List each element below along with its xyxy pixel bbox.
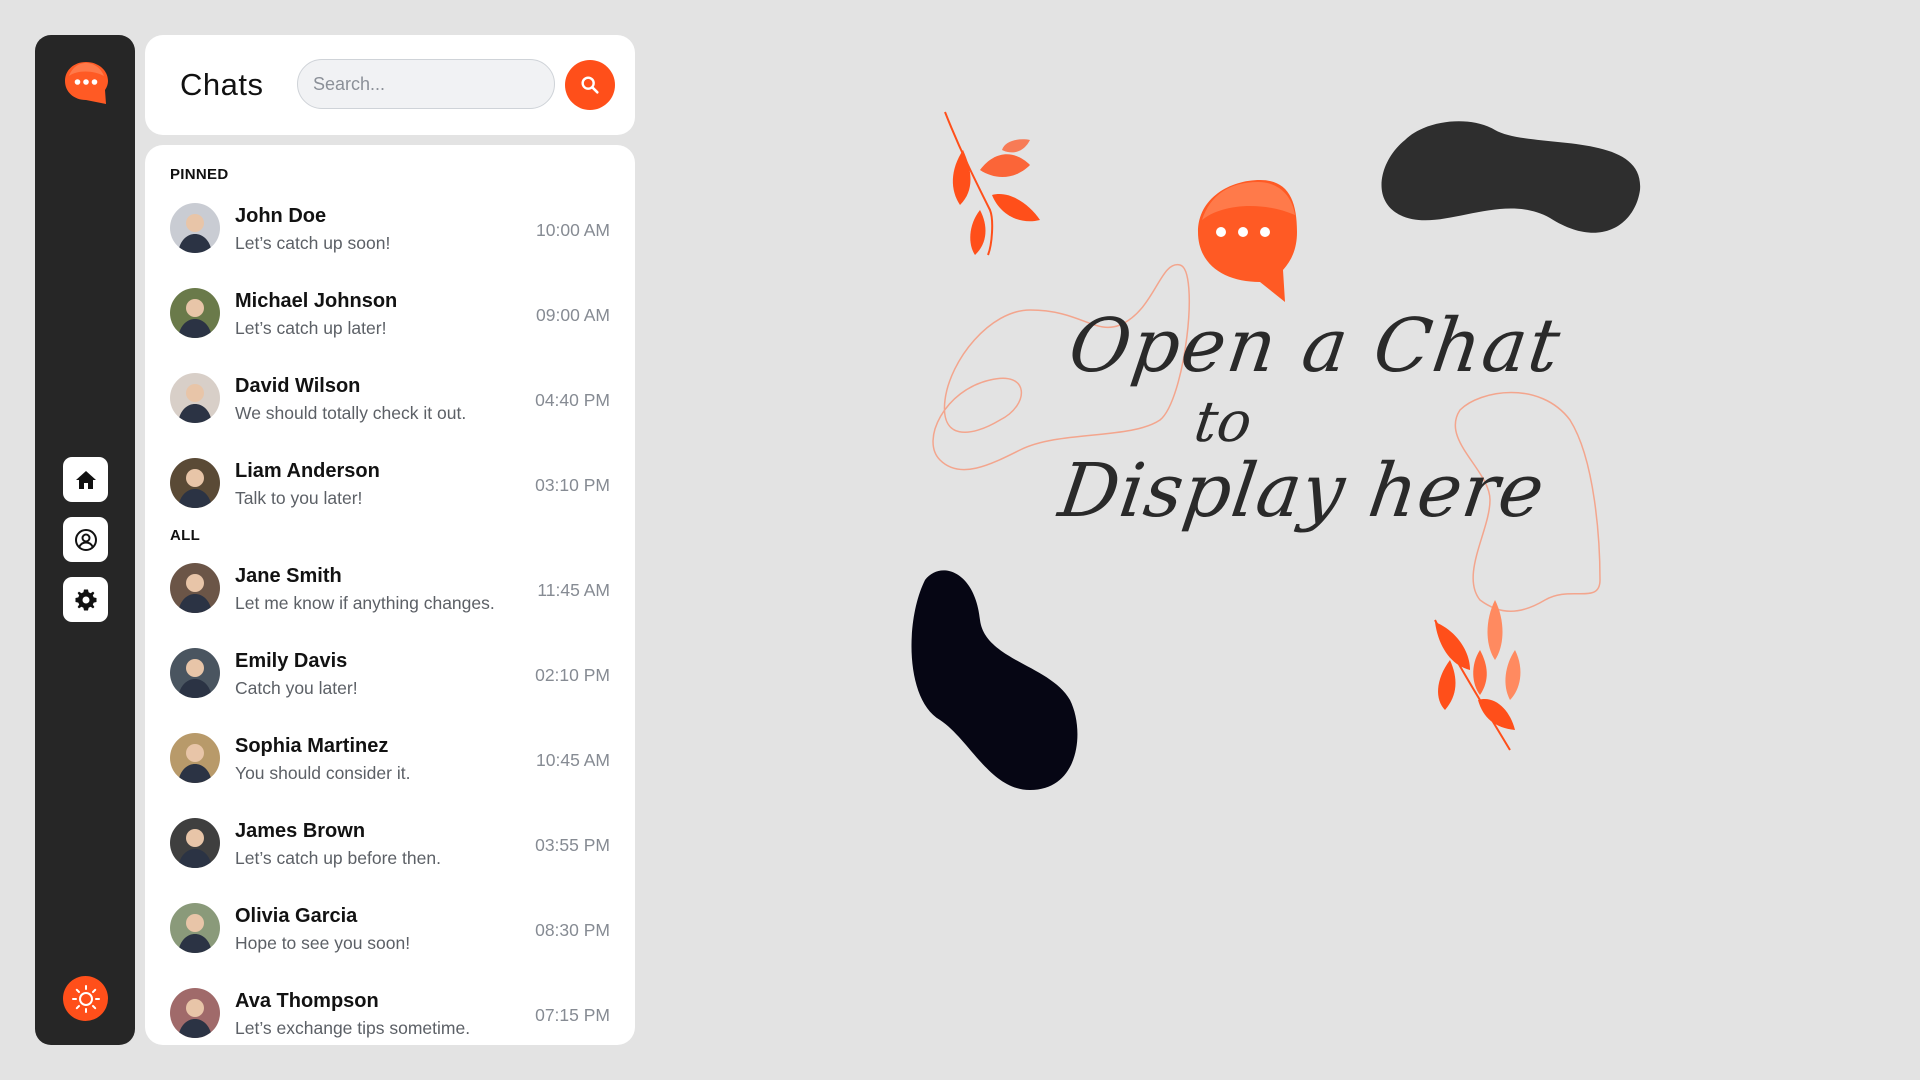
avatar xyxy=(170,903,220,953)
leaf-sprig xyxy=(1434,600,1521,751)
chat-contact-name: Ava Thompson xyxy=(235,990,379,1012)
chat-list-item[interactable]: John Doe Let’s catch up soon! 10:00 AM xyxy=(145,188,635,268)
chat-message-preview: Hope to see you soon! xyxy=(235,933,411,953)
avatar xyxy=(170,288,220,338)
chat-contact-name: Michael Johnson xyxy=(235,290,398,312)
chat-timestamp: 03:10 PM xyxy=(535,475,610,495)
avatar xyxy=(170,203,220,253)
theme-toggle-button[interactable] xyxy=(63,976,108,1021)
home-icon xyxy=(75,470,96,489)
icon-rail xyxy=(35,35,135,1045)
blob-shape xyxy=(911,570,1078,790)
chat-contact-name: David Wilson xyxy=(235,375,361,397)
chat-contact-name: Emily Davis xyxy=(235,650,348,672)
avatar xyxy=(170,563,220,613)
avatar xyxy=(170,648,220,698)
gear-icon xyxy=(75,589,96,610)
page-title: Chats xyxy=(180,67,264,102)
chat-contact-name: Sophia Martinez xyxy=(235,735,389,757)
sun-icon xyxy=(71,984,100,1013)
chat-list-item[interactable]: Liam Anderson Talk to you later! 03:10 PM xyxy=(145,443,635,523)
user-circle-icon xyxy=(74,528,97,551)
pinned-section-label: PINNED xyxy=(170,166,229,183)
blob-shape xyxy=(1381,121,1641,233)
avatar xyxy=(170,373,220,423)
chat-list: PINNED John Doe Let’s catch up soon! 10:00… xyxy=(145,145,635,1045)
chat-list-item[interactable]: David Wilson We should totally check it o… xyxy=(145,358,635,438)
avatar xyxy=(170,458,220,508)
chat-message-preview: Let’s exchange tips sometime. xyxy=(235,1018,471,1038)
chat-list-item[interactable]: Sophia Martinez You should consider it. 10… xyxy=(145,718,635,798)
chat-contact-name: James Brown xyxy=(235,820,366,842)
search-button[interactable] xyxy=(565,60,615,110)
nav-settings-button[interactable] xyxy=(63,577,108,622)
chat-message-preview: You should consider it. xyxy=(235,763,411,783)
chat-timestamp: 10:00 AM xyxy=(536,220,610,240)
chat-message-preview: We should totally check it out. xyxy=(235,403,467,423)
chat-list-item[interactable]: Michael Johnson Let’s catch up later! 09:0… xyxy=(145,273,635,353)
chat-contact-name: Liam Anderson xyxy=(235,460,380,482)
decorative-background xyxy=(911,111,1641,790)
chat-timestamp: 09:00 AM xyxy=(536,305,610,325)
nav-home-button[interactable] xyxy=(63,457,108,502)
chat-list-item[interactable]: Olivia Garcia Hope to see you soon! 08:30 … xyxy=(145,888,635,968)
search-input[interactable] xyxy=(297,59,555,109)
chat-message-preview: Catch you later! xyxy=(235,678,358,698)
all-section-label: ALL xyxy=(170,527,201,544)
chat-timestamp: 08:30 PM xyxy=(535,920,610,940)
nav-profile-button[interactable] xyxy=(63,517,108,562)
chat-message-preview: Let’s catch up before then. xyxy=(235,848,441,868)
chat-timestamp: 10:45 AM xyxy=(536,750,610,770)
chat-logo-icon xyxy=(63,60,109,106)
avatar xyxy=(170,988,220,1038)
chat-contact-name: Olivia Garcia xyxy=(235,905,358,927)
chat-timestamp: 03:55 PM xyxy=(535,835,610,855)
chat-contact-name: John Doe xyxy=(235,205,327,227)
empty-chat-illustration: Open a Chat to Display here xyxy=(880,60,1660,820)
leaf-sprig xyxy=(944,111,1040,256)
avatar xyxy=(170,733,220,783)
chat-list-item[interactable]: Emily Davis Catch you later! 02:10 PM xyxy=(145,633,635,713)
chat-message-preview: Let me know if anything changes. xyxy=(235,593,495,613)
chat-list-item[interactable]: Jane Smith Let me know if anything change… xyxy=(145,548,635,628)
empty-state-line-1: Open a Chat xyxy=(1063,303,1567,389)
empty-state-line-2: to xyxy=(1190,390,1256,455)
chat-list-item[interactable]: James Brown Let’s catch up before then. 03… xyxy=(145,803,635,883)
chat-message-preview: Let’s catch up soon! xyxy=(235,233,391,253)
chat-message-preview: Talk to you later! xyxy=(235,488,363,508)
chats-header: Chats xyxy=(145,35,635,135)
avatar xyxy=(170,818,220,868)
chat-contact-name: Jane Smith xyxy=(235,565,342,587)
chat-timestamp: 02:10 PM xyxy=(535,665,610,685)
chat-bubble-icon xyxy=(1198,180,1297,302)
chat-app: Chats PINNED John Doe Let’s catch up soon… xyxy=(0,0,1920,1080)
empty-state-line-3: Display here xyxy=(1053,448,1551,534)
chat-timestamp: 11:45 AM xyxy=(537,580,610,600)
search-icon xyxy=(581,76,599,94)
chat-timestamp: 04:40 PM xyxy=(535,390,610,410)
chat-message-preview: Let’s catch up later! xyxy=(235,318,387,338)
chat-list-item[interactable]: Ava Thompson Let’s exchange tips sometime… xyxy=(145,973,635,1045)
chat-timestamp: 07:15 PM xyxy=(535,1005,610,1025)
